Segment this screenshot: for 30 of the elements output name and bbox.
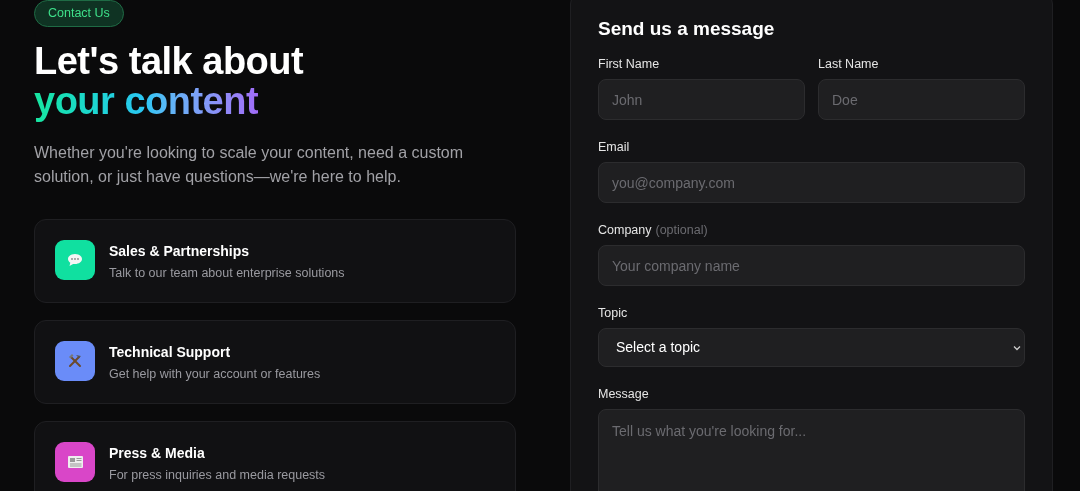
contact-card[interactable]: Press & Media For press inquiries and media requests bbox=[34, 421, 516, 491]
field-label: First Name bbox=[598, 56, 660, 72]
headline: Let's talk about bbox=[34, 41, 305, 81]
chevron-down-icon bbox=[1013, 344, 1021, 351]
field-label: Last Name bbox=[818, 56, 879, 72]
text-field[interactable]: John bbox=[598, 79, 805, 120]
intro-text: Whether you're looking to scale your content, need a custom solution, or just have questions—we're here to help. bbox=[34, 143, 465, 187]
card-title: Technical Support bbox=[109, 343, 232, 361]
field-label: Topic bbox=[598, 305, 628, 321]
card-description: Get help with your account or features bbox=[109, 366, 321, 382]
message-field[interactable]: Tell us what you're looking for... bbox=[598, 409, 1025, 491]
optional-hint: (optional) bbox=[655, 222, 708, 238]
contact-badge: Contact Us bbox=[34, 0, 124, 27]
speech-bubble-icon bbox=[67, 253, 83, 267]
card-description: For press inquiries and media requests bbox=[109, 467, 326, 483]
form-title: Send us a message bbox=[598, 17, 776, 41]
field-label: Company bbox=[598, 222, 652, 238]
text-field[interactable]: you@company.com bbox=[598, 162, 1025, 203]
contact-card[interactable]: Sales & Partnerships Talk to our team about enterprise solutions bbox=[34, 219, 516, 303]
contact-card[interactable]: Technical Support Get help with your account or features bbox=[34, 320, 516, 404]
topic-select[interactable]: Select a topic bbox=[598, 328, 1025, 367]
text-field[interactable]: Doe bbox=[818, 79, 1025, 120]
card-description: Talk to our team about enterprise solutions bbox=[109, 265, 345, 281]
hammer-and-pick-icon bbox=[67, 353, 83, 369]
card-title: Sales & Partnerships bbox=[109, 242, 251, 260]
field-label: Email bbox=[598, 139, 630, 155]
field-label: Message bbox=[598, 386, 649, 402]
newspaper-icon bbox=[66, 455, 84, 469]
text-field[interactable]: Your company name bbox=[598, 245, 1025, 286]
card-title: Press & Media bbox=[109, 444, 206, 462]
